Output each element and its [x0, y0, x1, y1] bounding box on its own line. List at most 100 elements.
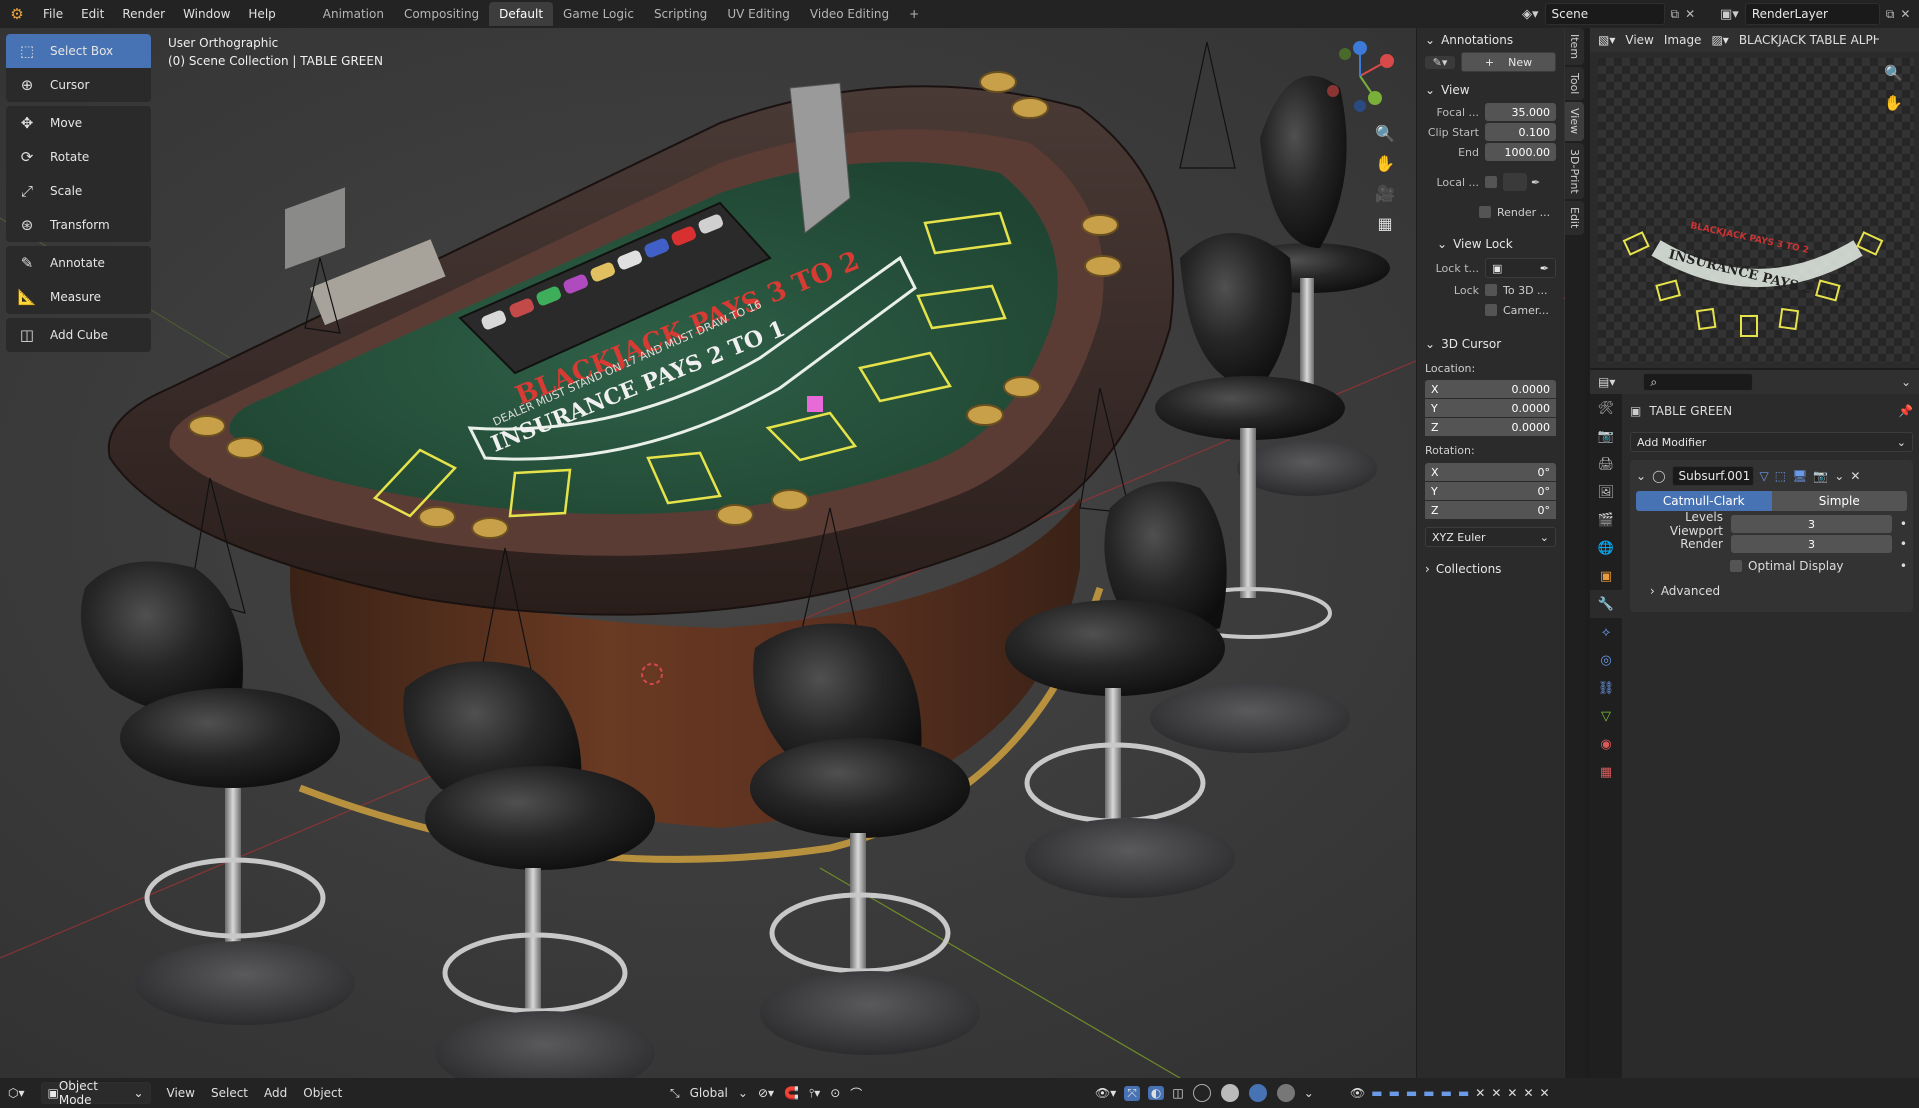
cursor-location-y[interactable]: Y 0.0000 — [1425, 399, 1556, 417]
scene-field[interactable]: Scene — [1544, 3, 1665, 25]
menu-view[interactable]: View — [1625, 33, 1653, 47]
scene-selector-icon[interactable]: ◈▾ — [1522, 7, 1539, 22]
view-layer-icon[interactable]: ▣▾ — [1720, 7, 1739, 22]
levels-viewport-field[interactable]: 3 — [1731, 515, 1892, 533]
menu-object[interactable]: Object — [295, 1086, 350, 1100]
shading-options-icon[interactable]: ⌄ — [1304, 1086, 1314, 1100]
layer-toggle-icon[interactable]: ▬ — [1389, 1086, 1400, 1100]
view-lock-header[interactable]: ⌄ View Lock — [1417, 232, 1564, 256]
render-tab-icon[interactable]: 📷 — [1590, 422, 1622, 450]
scene-tab-icon[interactable]: 🎬 — [1590, 506, 1622, 534]
annotations-header[interactable]: ⌄ Annotations — [1417, 28, 1564, 52]
menu-window[interactable]: Window — [174, 7, 239, 21]
render-layer-field[interactable]: RenderLayer — [1744, 3, 1880, 25]
snap-target-icon[interactable]: ⫯▾ — [809, 1086, 820, 1101]
chevron-down-icon[interactable]: ⌄ — [1834, 469, 1844, 483]
rendered-shading-icon[interactable] — [1276, 1084, 1295, 1102]
layer-toggle-icon[interactable]: ▬ — [1371, 1086, 1382, 1100]
menu-add[interactable]: Add — [256, 1086, 295, 1100]
snap-icon[interactable]: 🧲 — [784, 1086, 799, 1100]
local-camera-checkbox[interactable] — [1485, 176, 1497, 188]
tab-view[interactable]: View — [1565, 102, 1584, 141]
object-tab-icon[interactable]: ▣ — [1590, 562, 1622, 590]
pan-hand-icon[interactable]: ✋ — [1370, 148, 1400, 178]
tool-annotate[interactable]: ✎ Annotate — [6, 246, 151, 280]
camera-object-field[interactable] — [1503, 173, 1527, 191]
layer-toggle-icon[interactable]: ✕ — [1507, 1086, 1517, 1100]
image-name[interactable]: BLACKJACK TABLE ALPHA.pr — [1739, 33, 1879, 47]
tab-animation[interactable]: Animation — [313, 2, 394, 26]
tab-default[interactable]: Default — [489, 2, 554, 26]
pivot-icon[interactable]: ⊘▾ — [758, 1086, 774, 1100]
editor-type-icon[interactable]: ⬡▾ — [0, 1086, 33, 1100]
cursor-rotation-y[interactable]: Y 0° — [1425, 482, 1556, 500]
proportional-edit-icon[interactable]: ⊙ — [830, 1086, 840, 1100]
view-layer-tab-icon[interactable]: 🖼 — [1590, 478, 1622, 506]
mode-dropdown[interactable]: ▣ Object Mode ⌄ — [40, 1079, 151, 1107]
keyframe-dot-icon[interactable]: • — [1900, 559, 1907, 573]
simple-button[interactable]: Simple — [1771, 491, 1907, 511]
close-icon[interactable]: ✕ — [1850, 469, 1860, 483]
zoom-icon[interactable]: 🔍 — [1884, 64, 1903, 82]
layer-toggle-icon[interactable]: ▬ — [1406, 1086, 1417, 1100]
3d-viewport[interactable]: BLACKJACK PAYS 3 TO 2 DEALER MUST STAND … — [0, 28, 1565, 1078]
menu-file[interactable]: File — [34, 7, 72, 21]
tab-compositing[interactable]: Compositing — [394, 2, 489, 26]
keyframe-dot-icon[interactable]: • — [1900, 537, 1907, 551]
particles-tab-icon[interactable]: ⟡ — [1590, 618, 1622, 646]
add-workspace-button[interactable]: + — [899, 2, 929, 26]
tab-uv-editing[interactable]: UV Editing — [717, 2, 800, 26]
material-tab-icon[interactable]: ◉ — [1590, 730, 1622, 758]
layer-toggle-icon[interactable]: ✕ — [1491, 1086, 1501, 1100]
view-header[interactable]: ⌄ View — [1417, 78, 1564, 102]
chevron-down-icon[interactable]: ⌄ — [1636, 469, 1646, 483]
eyedropper-icon[interactable]: ✒ — [1540, 262, 1549, 275]
output-tab-icon[interactable]: 🖨 — [1590, 450, 1622, 478]
lock-to-object-field[interactable]: ▣ ✒ — [1485, 258, 1556, 278]
world-tab-icon[interactable]: 🌐 — [1590, 534, 1622, 562]
pan-hand-icon[interactable]: ✋ — [1884, 94, 1903, 112]
3d-cursor-header[interactable]: ⌄ 3D Cursor — [1417, 332, 1564, 356]
overlays-icon[interactable]: ◐ — [1147, 1086, 1165, 1100]
texture-tab-icon[interactable]: ▦ — [1590, 758, 1622, 786]
material-shading-icon[interactable] — [1248, 1084, 1267, 1102]
viewport-display-icon[interactable]: 🖥 — [1792, 469, 1807, 483]
menu-render[interactable]: Render — [113, 7, 174, 21]
pin-icon[interactable]: 📌 — [1898, 404, 1913, 418]
tab-game-logic[interactable]: Game Logic — [553, 2, 644, 26]
menu-view[interactable]: View — [159, 1086, 203, 1100]
menu-help[interactable]: Help — [239, 7, 284, 21]
gizmo-toggle-icon[interactable]: ⤧ — [1124, 1085, 1140, 1101]
tool-transform[interactable]: ⊛ Transform — [6, 208, 151, 242]
render-region-checkbox[interactable] — [1479, 206, 1491, 218]
collections-header[interactable]: › Collections — [1417, 557, 1564, 581]
menu-edit[interactable]: Edit — [72, 7, 113, 21]
annotation-tool-icon[interactable]: ✎▾ — [1425, 55, 1455, 69]
delete-scene-icon[interactable]: ✕ — [1685, 7, 1695, 21]
tool-cursor[interactable]: ⊕ Cursor — [6, 68, 151, 102]
zoom-icon[interactable]: 🔍 — [1370, 118, 1400, 148]
cursor-rotation-x[interactable]: X 0° — [1425, 463, 1556, 481]
camera-icon[interactable]: 🎥 — [1370, 178, 1400, 208]
render-display-icon[interactable]: 📷 — [1813, 469, 1828, 483]
delete-layer-icon[interactable]: ✕ — [1900, 7, 1910, 21]
chevron-right-icon[interactable]: › — [1650, 584, 1655, 598]
modifier-name-field[interactable]: Subsurf.001 — [1671, 466, 1754, 486]
eye-icon[interactable]: 👁 — [1350, 1086, 1365, 1100]
focal-length-field[interactable]: 35.000 — [1485, 103, 1556, 121]
tool-rotate[interactable]: ⟳ Rotate — [6, 140, 151, 174]
tool-tab-icon[interactable]: 🛠 — [1590, 394, 1622, 422]
advanced-label[interactable]: Advanced — [1661, 584, 1720, 598]
modifier-tab-icon[interactable]: 🔧 — [1590, 590, 1622, 618]
tab-item[interactable]: Item — [1565, 28, 1584, 66]
data-tab-icon[interactable]: ▽ — [1590, 702, 1622, 730]
uv-canvas[interactable]: INSURANCE PAYS 2 TO 1 BLACKJACK PAYS 3 T… — [1598, 58, 1914, 363]
layer-toggle-icon[interactable]: ✕ — [1523, 1086, 1533, 1100]
new-annotation-button[interactable]: + New — [1461, 52, 1556, 72]
tab-edit[interactable]: Edit — [1565, 201, 1584, 235]
tab-scripting[interactable]: Scripting — [644, 2, 717, 26]
menu-select[interactable]: Select — [203, 1086, 256, 1100]
image-browse-icon[interactable]: ▨▾ — [1711, 33, 1728, 47]
new-layer-icon[interactable]: ⧉ — [1886, 7, 1895, 22]
lock-camera-checkbox[interactable] — [1485, 304, 1497, 316]
